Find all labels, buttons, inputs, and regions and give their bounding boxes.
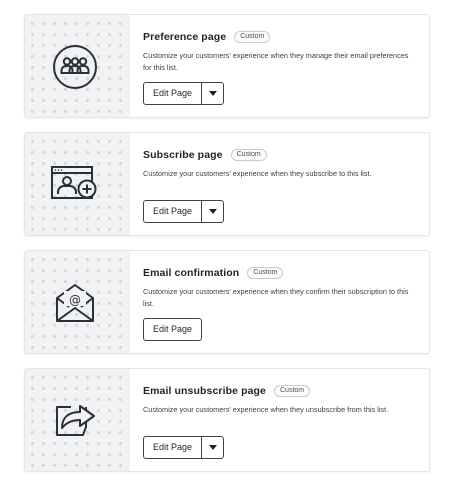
card-content: Subscribe page Custom Customize your cus… — [143, 147, 417, 180]
card-thumbnail — [25, 369, 130, 471]
card-thumbnail — [25, 133, 130, 235]
subscribe-page-card: Subscribe page Custom Customize your cus… — [24, 132, 430, 236]
card-content: Email unsubscribe page Custom Customize … — [143, 383, 417, 416]
email-unsubscribe-card: Email unsubscribe page Custom Customize … — [24, 368, 430, 472]
card-header: Email unsubscribe page Custom — [143, 383, 417, 399]
envelope-at-icon: @ — [49, 277, 101, 329]
preference-page-card: Preference page Custom Customize your cu… — [24, 14, 430, 118]
edit-page-button-group: Edit Page — [143, 436, 225, 459]
card-description: Customize your customers' experience whe… — [143, 51, 409, 72]
caret-down-icon — [208, 209, 217, 214]
card-title: Email confirmation — [143, 267, 240, 279]
email-confirmation-card: @ Email confirmation Custom Customize yo… — [24, 250, 430, 354]
share-arrow-icon — [49, 395, 101, 447]
edit-page-button[interactable]: Edit Page — [144, 319, 201, 340]
card-title: Email unsubscribe page — [143, 385, 266, 397]
card-description: Customize your customers' experience whe… — [143, 405, 389, 414]
people-group-icon — [49, 41, 101, 93]
svg-text:@: @ — [69, 293, 81, 307]
edit-page-button[interactable]: Edit Page — [144, 437, 201, 458]
card-description: Customize your customers' experience whe… — [143, 169, 372, 178]
custom-badge: Custom — [274, 385, 311, 397]
custom-badge: Custom — [234, 31, 271, 43]
edit-page-dropdown-toggle[interactable] — [201, 201, 223, 222]
card-thumbnail — [25, 15, 130, 117]
custom-badge: Custom — [247, 267, 284, 279]
card-header: Email confirmation Custom — [143, 265, 417, 281]
custom-badge: Custom — [230, 149, 267, 161]
edit-page-dropdown-toggle[interactable] — [201, 437, 223, 458]
edit-page-button[interactable]: Edit Page — [144, 83, 201, 104]
caret-down-icon — [208, 445, 217, 450]
card-content: Preference page Custom Customize your cu… — [143, 29, 417, 73]
card-title: Preference page — [143, 31, 227, 43]
card-thumbnail: @ — [25, 251, 130, 353]
card-title: Subscribe page — [143, 149, 223, 161]
caret-down-icon — [208, 91, 217, 96]
card-content: Email confirmation Custom Customize your… — [143, 265, 417, 309]
edit-page-button[interactable]: Edit Page — [144, 201, 201, 222]
edit-page-button-group: Edit Page — [143, 318, 203, 341]
add-user-window-icon — [49, 159, 101, 211]
edit-page-button-group: Edit Page — [143, 82, 225, 105]
card-header: Subscribe page Custom — [143, 147, 417, 163]
edit-page-button-group: Edit Page — [143, 200, 225, 223]
edit-page-dropdown-toggle[interactable] — [201, 83, 223, 104]
card-description: Customize your customers' experience whe… — [143, 287, 409, 308]
card-header: Preference page Custom — [143, 29, 417, 45]
